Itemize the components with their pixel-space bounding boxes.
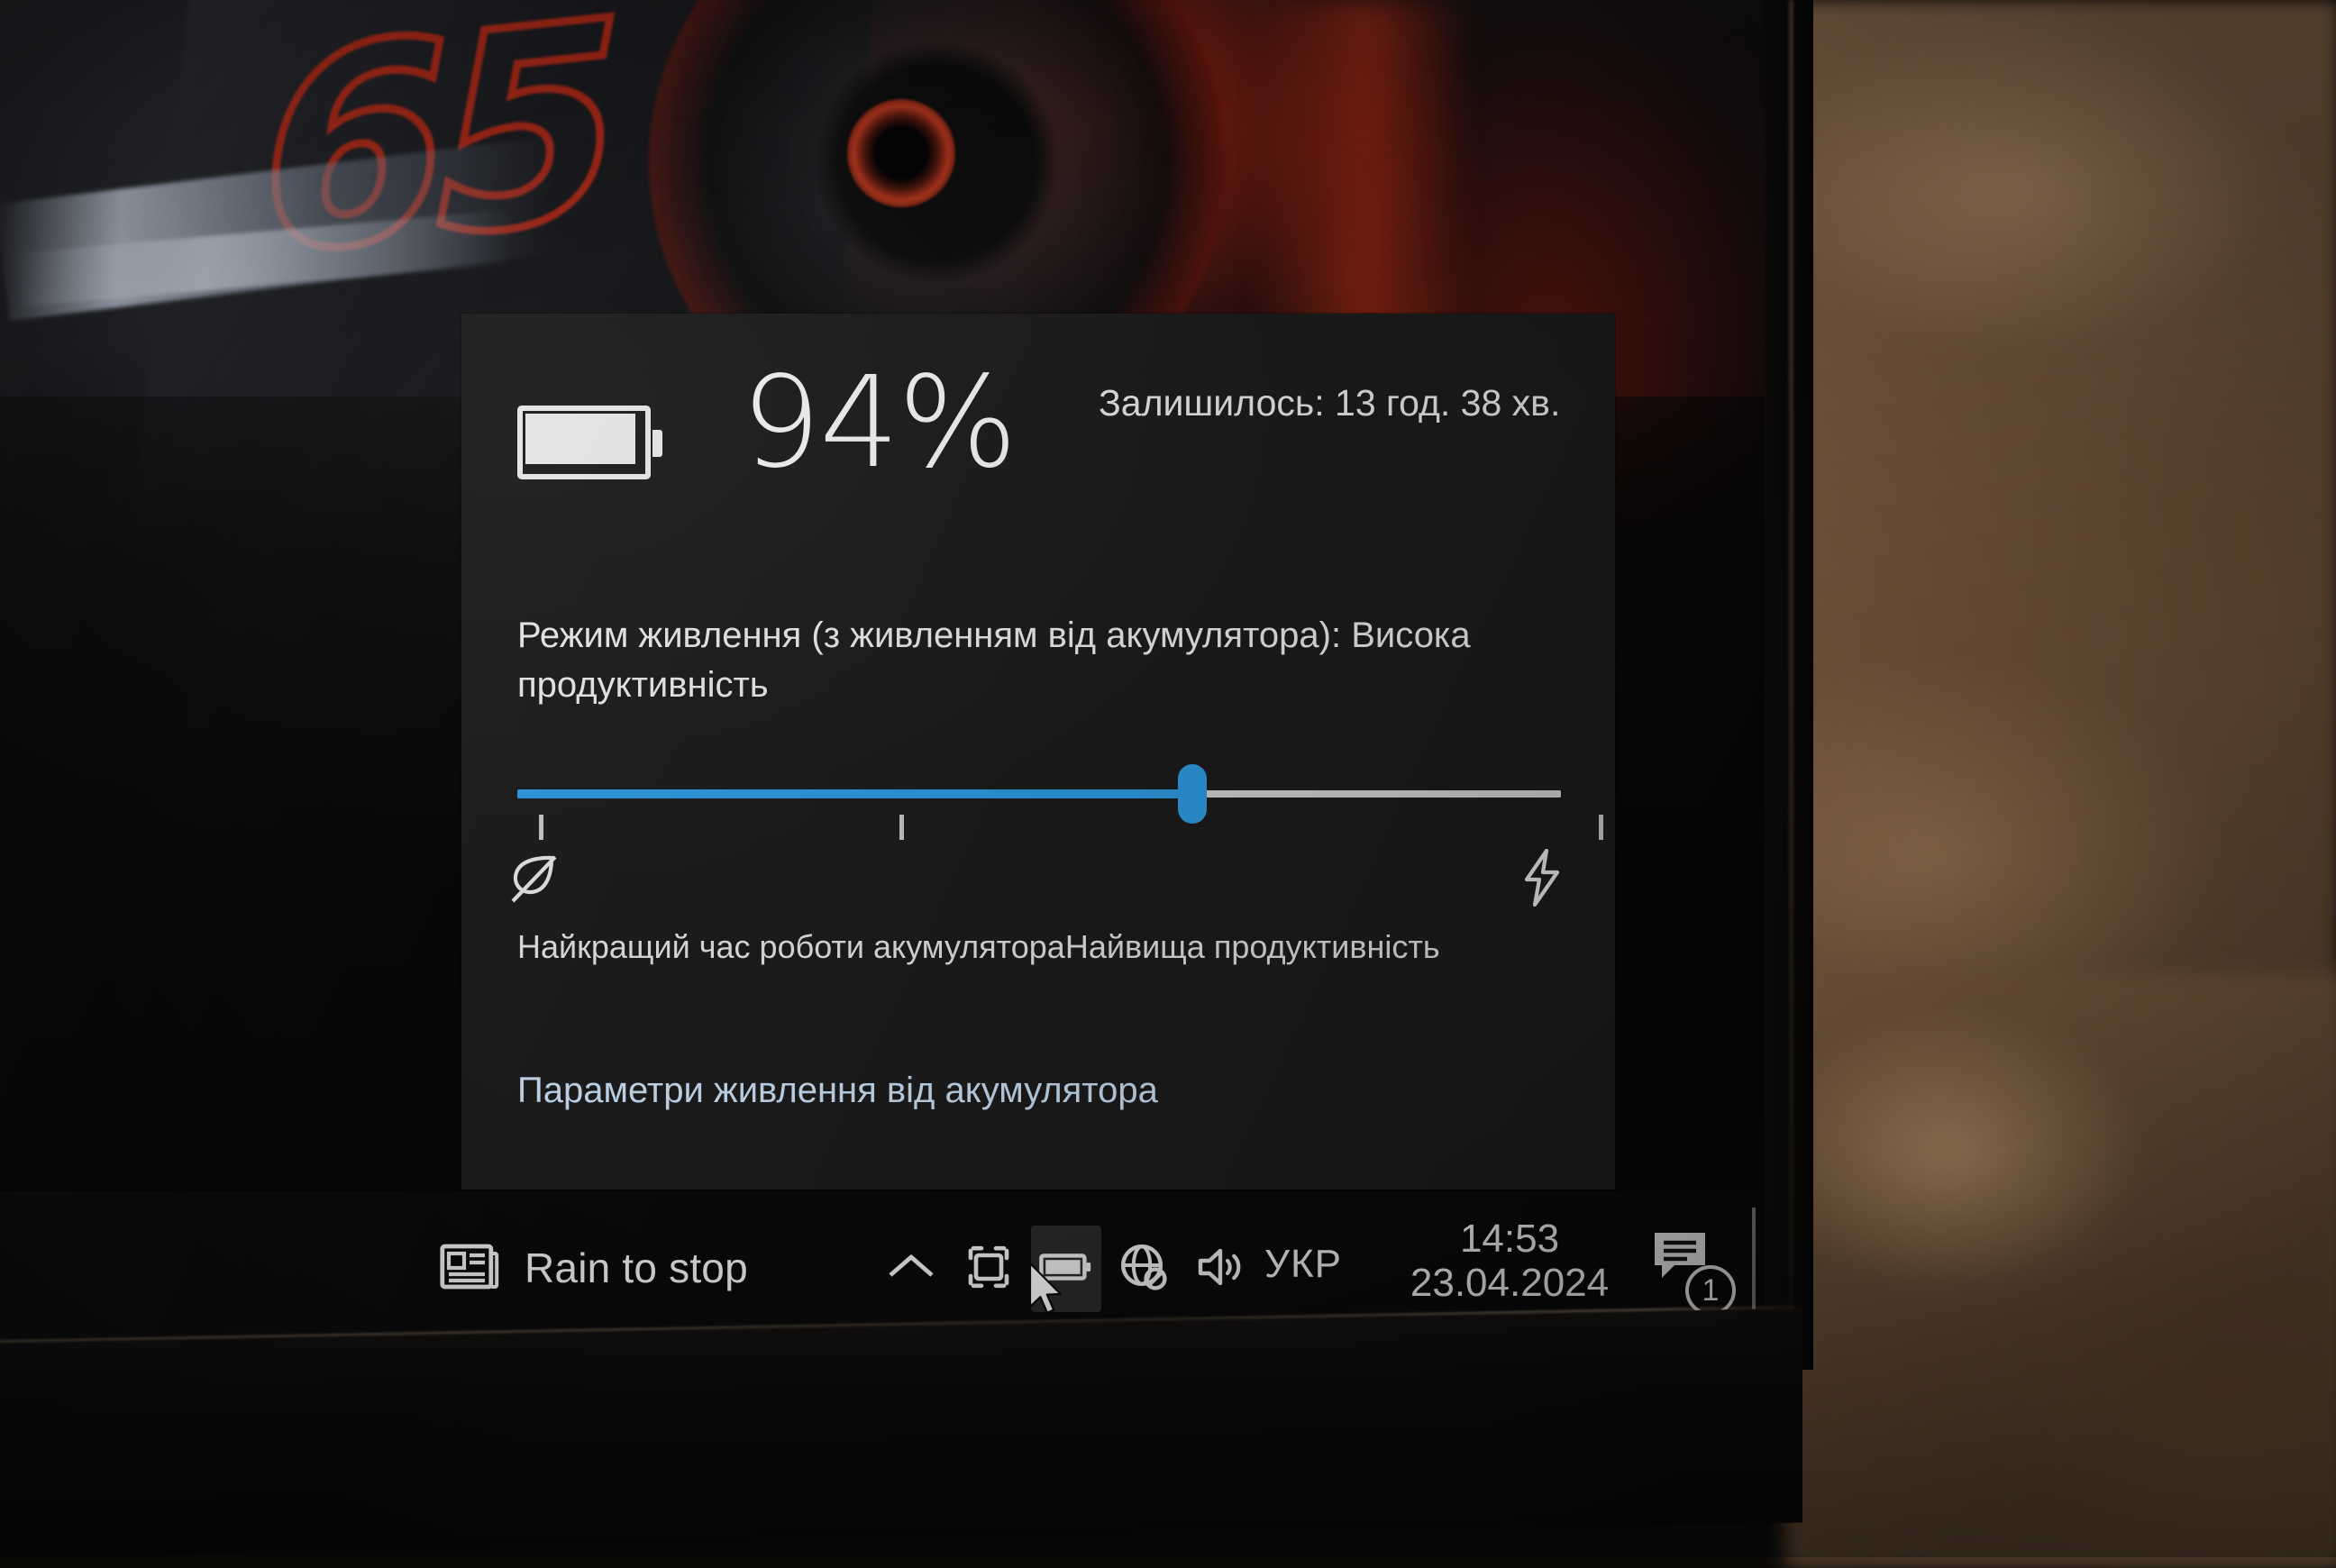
battery-fill: [525, 414, 635, 464]
photo-scene: 65 94% Залишилось: 13 год. 38 хв. Режим …: [0, 0, 2336, 1557]
power-mode-label: Режим живлення (з живленням від акумулят…: [517, 611, 1581, 710]
tray-item-battery[interactable]: [1031, 1226, 1101, 1312]
tray-overflow-button[interactable]: [876, 1226, 946, 1312]
battery-flyout-panel[interactable]: 94% Залишилось: 13 год. 38 хв. Режим жив…: [461, 314, 1615, 1190]
lightning-bolt-icon: [1518, 849, 1566, 911]
taskbar-news-widget[interactable]: Rain to stop: [440, 1229, 748, 1307]
chevron-up-icon: [887, 1252, 935, 1287]
slider-track-remaining: [1191, 790, 1561, 798]
leaf-icon: [508, 852, 559, 911]
clock-date: 23.04.2024: [1388, 1261, 1631, 1305]
news-widget-icon: [440, 1241, 499, 1296]
laptop-screen: 65 94% Залишилось: 13 год. 38 хв. Режим …: [0, 0, 1765, 1347]
tray-item-network[interactable]: [1109, 1226, 1179, 1312]
battery-icon: [1039, 1252, 1093, 1287]
language-indicator[interactable]: УКР: [1264, 1242, 1342, 1287]
wallpaper-wheel-hub: [847, 99, 955, 207]
battery-percentage: 94%: [741, 360, 1016, 487]
system-tray[interactable]: [876, 1224, 1256, 1314]
notification-center-button[interactable]: 1: [1651, 1229, 1734, 1316]
power-mode-slider[interactable]: [517, 764, 1561, 818]
display-cast-icon: [965, 1244, 1012, 1295]
slider-endpoint-labels: Найкращий час роботи акумулятораНайвища …: [517, 926, 1581, 967]
battery-remaining-time: Залишилось: 13 год. 38 хв.: [1099, 378, 1567, 427]
slider-tick-3: [1599, 815, 1603, 840]
network-disconnected-icon: [1119, 1243, 1168, 1296]
slider-tick-1: [539, 815, 543, 840]
battery-full-icon: [517, 406, 663, 479]
slider-thumb[interactable]: [1178, 764, 1207, 824]
tray-item-volume[interactable]: [1186, 1226, 1256, 1312]
power-settings-link[interactable]: Параметри живлення від акумулятора: [517, 1071, 1158, 1111]
carpet-background-lower: [1784, 973, 2336, 1568]
battery-flyout-header: 94% Залишилось: 13 год. 38 хв.: [517, 368, 1581, 512]
battery-tip: [652, 430, 662, 457]
screen-bezel-right-edge: [1789, 0, 1793, 1352]
clock-time: 14:53: [1388, 1217, 1631, 1261]
volume-icon: [1195, 1244, 1247, 1294]
tray-item-display-cast[interactable]: [954, 1226, 1024, 1312]
screen-bezel-bottom: [0, 1308, 1802, 1557]
slider-tick-2: [899, 815, 904, 840]
slider-track-filled: [517, 789, 1191, 798]
news-widget-label: Rain to stop: [525, 1244, 748, 1292]
taskbar-clock[interactable]: 14:53 23.04.2024: [1388, 1217, 1631, 1306]
